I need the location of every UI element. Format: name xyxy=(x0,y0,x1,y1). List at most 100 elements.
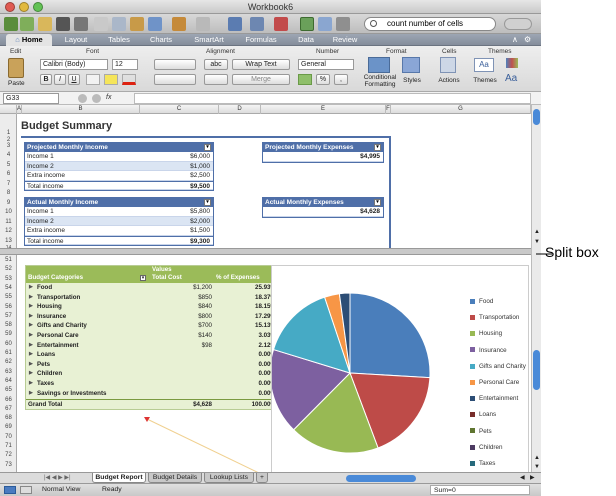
expand-triangle-icon[interactable]: ▶ xyxy=(29,360,33,370)
expand-triangle-icon[interactable]: ▶ xyxy=(29,321,33,331)
cells-actions-icon[interactable] xyxy=(440,57,456,73)
scroll-up-arrow-icon[interactable]: ▲ xyxy=(534,229,540,235)
column-header-g[interactable]: G xyxy=(391,105,531,114)
scroll-down-arrow-icon[interactable]: ▼ xyxy=(534,239,540,245)
text-orientation-button[interactable]: abc xyxy=(204,59,228,70)
pivot-row[interactable]: ▶ Pets 0.00% xyxy=(26,360,280,370)
expand-triangle-icon[interactable]: ▶ xyxy=(29,350,33,360)
worksheet-top-pane[interactable]: Budget Summary Projected Monthly Income ▾… xyxy=(17,114,531,248)
row-number[interactable]: 69 xyxy=(0,424,17,430)
fill-color-icon[interactable] xyxy=(104,74,118,85)
row-number[interactable]: 72 xyxy=(0,452,17,458)
merge-button[interactable]: Merge xyxy=(232,74,290,85)
row-number[interactable]: 56 xyxy=(0,304,17,310)
sort-icon[interactable] xyxy=(250,17,264,31)
align-top-buttons[interactable] xyxy=(154,59,196,70)
indent-buttons[interactable] xyxy=(204,74,228,85)
theme-fonts-icon[interactable]: Aa xyxy=(505,73,517,84)
row-number[interactable]: 63 xyxy=(0,369,17,375)
table-row[interactable]: Income 1 $5,800 xyxy=(25,207,213,217)
formula-input[interactable] xyxy=(134,93,531,104)
row-number[interactable]: 64 xyxy=(0,378,17,384)
pivot-row[interactable]: ▶ Food $1,200 25.93% xyxy=(26,283,280,293)
table-row[interactable]: Extra income $1,500 xyxy=(25,226,213,236)
pivot-row[interactable]: ▶ Entertainment $98 2.12% xyxy=(26,341,280,351)
table-total-row[interactable]: Total income $9,300 xyxy=(25,235,213,246)
table-row[interactable]: Income 2 $2,000 xyxy=(25,216,213,227)
redo-icon[interactable] xyxy=(196,17,210,31)
row-number[interactable]: 51 xyxy=(0,257,17,263)
save-icon[interactable] xyxy=(56,17,70,31)
row-number[interactable]: 10 xyxy=(0,209,17,215)
table-total-row[interactable]: $4,628 xyxy=(263,207,383,217)
quick-calc-dropdown[interactable]: Sum=0 xyxy=(430,485,530,495)
column-header-b[interactable]: B xyxy=(22,105,140,114)
sheet-tab-budget-report[interactable]: Budget Report xyxy=(92,473,146,483)
new-from-template-icon[interactable] xyxy=(4,17,18,31)
row-number[interactable]: 71 xyxy=(0,443,17,449)
copy-icon[interactable] xyxy=(112,17,126,31)
sheet-tab-lookup-lists[interactable]: Lookup Lists xyxy=(204,473,254,483)
ribbon-options-icon[interactable]: ⚙ xyxy=(524,34,531,46)
row-number[interactable]: 54 xyxy=(0,285,17,291)
comma-style-button[interactable]: , xyxy=(334,74,348,85)
row-number[interactable]: 65 xyxy=(0,387,17,393)
scroll-thumb-top[interactable] xyxy=(533,109,540,125)
horizontal-align-buttons[interactable] xyxy=(154,74,196,85)
number-format-select[interactable]: General xyxy=(298,59,354,70)
tab-nav-arrows-icon[interactable]: |◀ ◀ ▶ ▶| xyxy=(44,474,71,481)
tab-charts[interactable]: Charts xyxy=(142,34,180,46)
search-input[interactable]: count number of cells xyxy=(364,17,496,31)
expand-triangle-icon[interactable]: ▶ xyxy=(29,379,33,389)
gallery-icon[interactable] xyxy=(318,17,332,31)
row-number[interactable]: 59 xyxy=(0,331,17,337)
print-icon[interactable] xyxy=(74,17,88,31)
themes-icon[interactable]: Aa xyxy=(474,58,494,72)
enter-icon[interactable] xyxy=(92,94,101,103)
row-number[interactable]: 67 xyxy=(0,406,17,412)
percent-button[interactable]: % xyxy=(316,74,330,85)
row-number[interactable]: 58 xyxy=(0,322,17,328)
expand-triangle-icon[interactable]: ▶ xyxy=(29,331,33,341)
row-number[interactable]: 73 xyxy=(0,462,17,468)
add-sheet-button[interactable]: + xyxy=(256,473,268,483)
row-number[interactable]: 11 xyxy=(0,219,17,225)
scroll-right-arrow-icon[interactable]: ▶ xyxy=(530,474,535,481)
pivot-row[interactable]: ▶ Savings or Investments 0.00% xyxy=(26,389,280,399)
insert-function-button[interactable]: fx xyxy=(106,94,130,103)
close-window-button[interactable] xyxy=(5,2,15,12)
row-number[interactable]: 13 xyxy=(0,238,17,244)
theme-colors-icon[interactable] xyxy=(506,58,518,68)
expand-triangle-icon[interactable]: ▶ xyxy=(29,293,33,303)
row-number[interactable]: 68 xyxy=(0,415,17,421)
filter-dropdown-icon[interactable]: ▾ xyxy=(140,275,146,282)
row-number[interactable]: 53 xyxy=(0,276,17,282)
filter-icon[interactable] xyxy=(274,17,288,31)
paste-icon[interactable] xyxy=(8,58,24,78)
row-number[interactable]: 8 xyxy=(0,190,17,196)
tab-formulas[interactable]: Formulas xyxy=(238,34,284,46)
italic-button[interactable]: I xyxy=(54,74,66,85)
expand-triangle-icon[interactable]: ▶ xyxy=(29,302,33,312)
normal-view-icon[interactable] xyxy=(4,486,16,494)
column-header-c[interactable]: C xyxy=(140,105,219,114)
row-number[interactable]: 57 xyxy=(0,313,17,319)
pivot-row[interactable]: ▶ Housing $840 18.15% xyxy=(26,302,280,312)
row-number[interactable]: 52 xyxy=(0,266,17,272)
row-number[interactable]: 9 xyxy=(0,200,17,206)
borders-icon[interactable] xyxy=(86,74,100,85)
name-box[interactable]: G33 xyxy=(3,93,59,104)
row-number[interactable]: 62 xyxy=(0,359,17,365)
toggle-toolbar-button[interactable] xyxy=(504,18,532,30)
horizontal-scroll-thumb[interactable] xyxy=(346,475,416,482)
new-workbook-icon[interactable] xyxy=(20,17,34,31)
table-total-row[interactable]: $4,995 xyxy=(263,152,383,162)
pie-slice-food[interactable] xyxy=(349,292,431,379)
row-number[interactable]: 3 xyxy=(0,143,17,149)
pivot-row[interactable]: ▶ Insurance $800 17.29% xyxy=(26,312,280,322)
scroll-up-arrow-icon[interactable]: ▲ xyxy=(534,455,540,461)
sheet-tab-budget-details[interactable]: Budget Details xyxy=(148,473,202,483)
row-number[interactable]: 5 xyxy=(0,162,17,168)
conditional-formatting-icon[interactable] xyxy=(368,57,390,73)
table-row[interactable]: Income 2 $1,000 xyxy=(25,161,213,172)
